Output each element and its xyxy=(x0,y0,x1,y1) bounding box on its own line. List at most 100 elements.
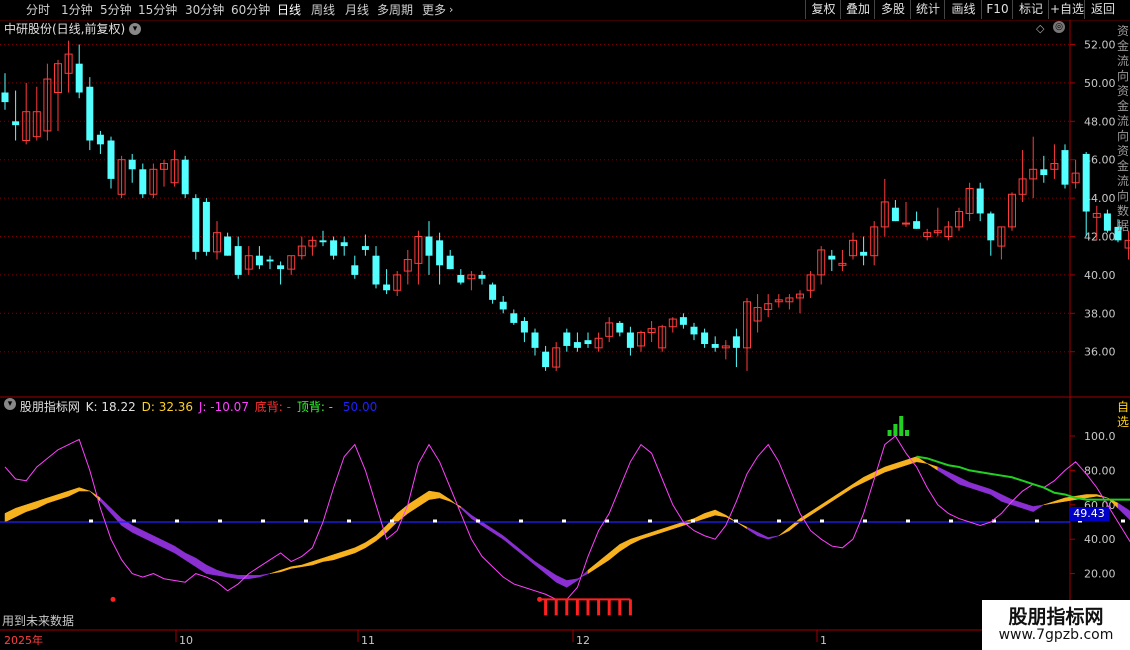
mid-marker xyxy=(304,519,308,523)
kd-band xyxy=(47,494,59,504)
mid-marker xyxy=(1035,519,1039,523)
toolbar-button-8[interactable]: 返回 xyxy=(1084,0,1121,19)
kd-band xyxy=(259,573,271,578)
candle-body xyxy=(1,92,9,103)
mid-marker xyxy=(949,519,953,523)
toolbar-button-5[interactable]: F10 xyxy=(981,0,1013,19)
mid-value: 50.00 xyxy=(342,400,378,414)
kd-band xyxy=(1032,504,1044,513)
candle-body xyxy=(563,332,571,346)
kd-band xyxy=(36,497,48,509)
kd-band xyxy=(333,550,345,561)
chevron-right-icon[interactable]: › xyxy=(449,2,453,18)
indicator-name[interactable]: 股朋指标网 xyxy=(20,400,80,414)
kd-band xyxy=(810,504,822,516)
kd-band xyxy=(895,459,907,470)
period-tab-5[interactable]: 60分钟 xyxy=(231,2,270,18)
kd-band xyxy=(863,471,875,483)
mid-value-box: 49.43 xyxy=(1069,507,1109,521)
toolbar-button-2[interactable]: 多股 xyxy=(874,0,911,19)
kd-band xyxy=(269,569,281,574)
candle-body xyxy=(531,332,539,348)
period-tab-8[interactable]: 月线 xyxy=(345,2,369,18)
kd-band xyxy=(990,488,1002,502)
candle-body xyxy=(224,236,232,256)
top-signal-bar xyxy=(893,424,898,436)
candle-body xyxy=(361,246,369,250)
kd-band xyxy=(184,552,197,568)
kd-band xyxy=(640,531,652,540)
chevron-down-icon[interactable]: ▾ xyxy=(129,23,141,35)
period-tab-10[interactable]: 更多 xyxy=(422,2,446,18)
kd-band xyxy=(979,485,992,495)
settings-icon[interactable]: ◎ xyxy=(1053,21,1065,33)
kd-band xyxy=(1043,501,1055,506)
period-tab-1[interactable]: 1分钟 xyxy=(61,2,93,18)
candle-body xyxy=(913,221,921,229)
kd-band xyxy=(386,512,398,533)
candle-body xyxy=(192,198,200,252)
kd-band xyxy=(142,530,154,544)
candle-body xyxy=(330,240,338,256)
candle-body xyxy=(96,134,104,145)
kd-band xyxy=(481,521,493,533)
month-label: 12 xyxy=(576,634,590,647)
candle-body xyxy=(891,207,899,222)
period-tab-3[interactable]: 15分钟 xyxy=(138,2,177,18)
kd-band xyxy=(131,525,144,538)
period-tab-6[interactable]: 日线 xyxy=(277,2,301,18)
period-toolbar: 分时 1分钟 5分钟 15分钟 30分钟 60分钟 日线 周线 月线 多周期 更多 › 复权 叠加 多股 统计… xyxy=(0,0,1130,21)
candle-body xyxy=(234,246,242,275)
diamond-icon[interactable]: ◇ xyxy=(1036,22,1044,35)
kd-band xyxy=(619,538,631,552)
kd-band xyxy=(852,476,864,488)
kd-band xyxy=(714,509,727,518)
watermark-logo: 股朋指标网 www.7gpzb.com xyxy=(982,600,1130,650)
mid-marker xyxy=(261,519,265,523)
kd-band xyxy=(15,504,27,518)
top-signal-bar xyxy=(905,430,910,436)
candle-body xyxy=(351,265,359,275)
top-divergence: 顶背: - xyxy=(296,400,334,414)
watermark-title: 股朋指标网 xyxy=(1008,606,1104,628)
candle-body xyxy=(12,121,20,126)
price-tick-label: 40.00 xyxy=(1084,269,1116,282)
toolbar-button-7[interactable]: +自选 xyxy=(1048,0,1085,19)
kd-band xyxy=(884,463,896,473)
top-signal-bar xyxy=(899,416,904,436)
toolbar-button-1[interactable]: 叠加 xyxy=(840,0,875,19)
toolbar-button-3[interactable]: 统计 xyxy=(910,0,945,19)
period-tab-7[interactable]: 周线 xyxy=(311,2,335,18)
bottom-divergence: 底背: - xyxy=(254,400,291,414)
period-tab-2[interactable]: 5分钟 xyxy=(100,2,132,18)
toolbar-button-6[interactable]: 标记 xyxy=(1012,0,1049,19)
j-value: J: -10.07 xyxy=(198,400,249,414)
candle-body xyxy=(902,222,910,225)
candle-body xyxy=(489,284,497,300)
candle-body xyxy=(542,351,550,368)
candle-body xyxy=(690,326,698,335)
mid-marker xyxy=(863,519,867,523)
candle-body xyxy=(701,332,709,345)
kd-band xyxy=(736,521,748,530)
ind-tick-label: 80.00 xyxy=(1084,464,1116,477)
kd-band xyxy=(174,545,186,561)
period-tab-0[interactable]: 分时 xyxy=(26,2,50,18)
candle-body xyxy=(139,169,147,195)
mid-marker xyxy=(476,519,480,523)
candle-body xyxy=(478,274,486,279)
kd-band xyxy=(343,547,356,557)
right-panel-strip[interactable]: 资金流向资金流向资金流向数据 xyxy=(1117,24,1130,390)
candle-body xyxy=(446,255,454,270)
period-tab-4[interactable]: 30分钟 xyxy=(185,2,224,18)
kd-band xyxy=(842,483,854,495)
toolbar-button-4[interactable]: 画线 xyxy=(944,0,982,19)
stock-title[interactable]: 中研股份(日线,前复权) xyxy=(4,22,125,36)
kd-band xyxy=(534,561,546,575)
month-label: 1 xyxy=(820,634,827,647)
period-tab-9[interactable]: 多周期 xyxy=(377,2,413,18)
toolbar-button-0[interactable]: 复权 xyxy=(805,0,841,19)
right-panel-strip-lower[interactable]: 自选 xyxy=(1117,400,1130,440)
kd-band xyxy=(78,487,90,492)
chevron-down-icon[interactable]: ▾ xyxy=(4,398,16,410)
